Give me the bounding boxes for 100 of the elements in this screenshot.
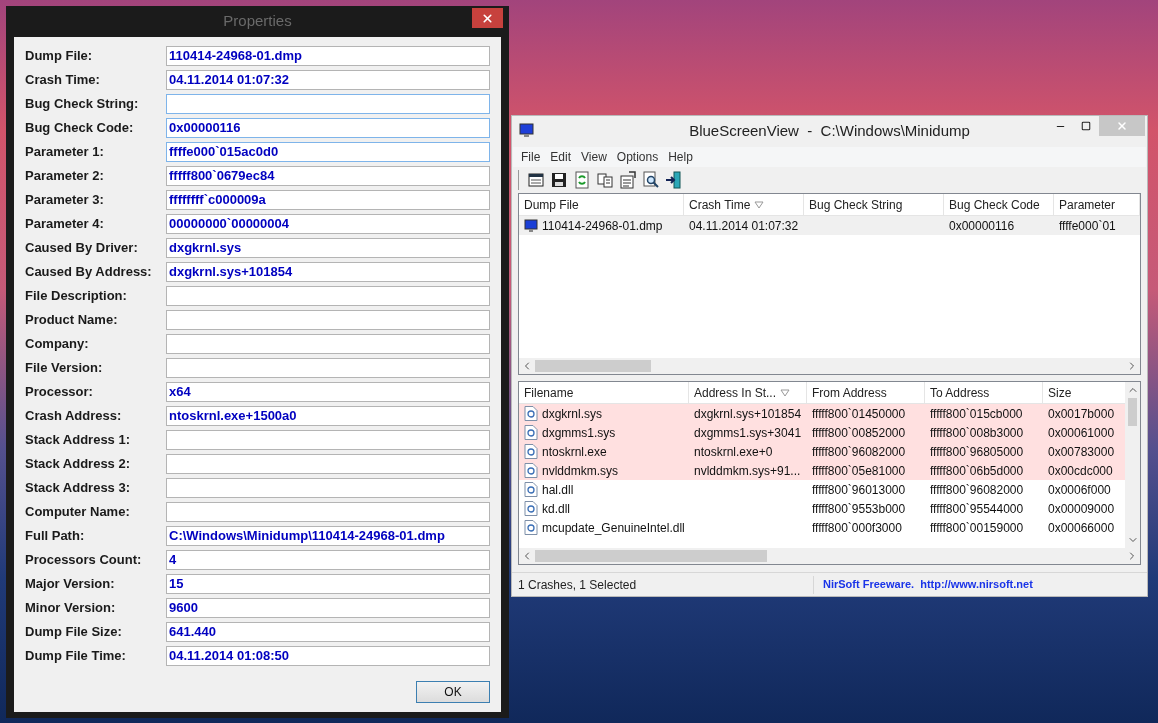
close-icon xyxy=(481,11,494,25)
value-field[interactable]: 00000000`00000004 xyxy=(166,214,490,234)
column-header[interactable]: From Address xyxy=(807,382,925,403)
column-header[interactable]: To Address xyxy=(925,382,1043,403)
sort-icon xyxy=(754,200,765,209)
module-row[interactable]: dxgmms1.sys dxgmms1.sys+3041 fffff800`00852000 fffff800`008b3000 0x00061000 xyxy=(519,423,1125,442)
value-field[interactable] xyxy=(166,94,490,114)
field-label: Minor Version: xyxy=(25,599,117,618)
table-cell-text: fffff800`00852000 xyxy=(812,424,906,442)
value-field[interactable]: 04.11.2014 01:08:50 xyxy=(166,646,490,666)
column-header[interactable]: Bug Check String xyxy=(804,194,944,215)
value-field[interactable] xyxy=(166,430,490,450)
horizontal-scrollbar[interactable] xyxy=(519,548,1140,564)
value-field[interactable]: fffff800`0679ec84 xyxy=(166,166,490,186)
value-field[interactable]: 0x00000116 xyxy=(166,118,490,138)
table-cell-text: 0x00783000 xyxy=(1048,443,1115,461)
field-label: Stack Address 2: xyxy=(25,455,131,474)
table-cell-text: fffff800`008b3000 xyxy=(930,424,1024,442)
value-field[interactable]: ffffffff`c000009a xyxy=(166,190,490,210)
window-title: BlueScreenView - C:\Windows\Minidump xyxy=(689,121,970,142)
window-title: Properties xyxy=(223,11,292,32)
close-button[interactable] xyxy=(472,8,503,28)
horizontal-scrollbar[interactable] xyxy=(519,358,1140,374)
table-cell-text: 0x00066000 xyxy=(1048,519,1115,537)
table-cell-text: dxgkrnl.sys+101854 xyxy=(694,405,802,423)
value-field[interactable]: ntoskrnl.exe+1500a0 xyxy=(166,406,490,426)
field-label: File Version: xyxy=(25,359,104,378)
field-label: Stack Address 3: xyxy=(25,479,131,498)
value-field[interactable]: 04.11.2014 01:07:32 xyxy=(166,70,490,90)
ok-button[interactable]: OK xyxy=(416,681,490,703)
file-icon xyxy=(524,463,538,478)
refresh-icon[interactable] xyxy=(573,171,591,189)
field-label: Bug Check String: xyxy=(25,95,140,114)
website-link[interactable]: NirSoft Freeware. http://www.nirsoft.net xyxy=(814,576,1033,593)
menu-item[interactable]: Edit xyxy=(546,148,576,166)
column-header[interactable]: Bug Check Code xyxy=(944,194,1054,215)
table-cell-text: 0x00061000 xyxy=(1048,424,1115,442)
table-cell-text: dxgmms1.sys+3041 xyxy=(694,424,802,442)
file-icon xyxy=(524,444,538,459)
table-cell-text: ffffe000`01 xyxy=(1059,217,1116,235)
value-field[interactable] xyxy=(166,310,490,330)
field-label: Processors Count: xyxy=(25,551,143,570)
value-field[interactable] xyxy=(166,478,490,498)
table-cell-text: nvlddmkm.sys xyxy=(542,462,618,480)
field-label: Parameter 2: xyxy=(25,167,105,186)
scrollbar-thumb[interactable] xyxy=(1128,398,1137,426)
search-icon[interactable] xyxy=(642,171,660,189)
menu-item[interactable]: File xyxy=(517,148,545,166)
value-field[interactable] xyxy=(166,502,490,522)
value-field[interactable]: 9600 xyxy=(166,598,490,618)
table-cell-text: fffff800`000f3000 xyxy=(812,519,902,537)
field-label: Dump File Size: xyxy=(25,623,123,642)
value-field[interactable]: 110414-24968-01.dmp xyxy=(166,46,490,66)
module-row[interactable]: nvlddmkm.sys nvlddmkm.sys+91... fffff800`05e81000 fffff800`06b5d000 0x00cdc000 xyxy=(519,461,1125,480)
table-cell-text: fffff800`96082000 xyxy=(930,481,1024,499)
field-label: Dump File Time: xyxy=(25,647,127,666)
scrollbar-thumb[interactable] xyxy=(535,360,651,372)
module-row[interactable]: ntoskrnl.exe ntoskrnl.exe+0 fffff800`96082000 fffff800`96805000 0x00783000 xyxy=(519,442,1125,461)
value-field[interactable] xyxy=(166,358,490,378)
monitor-icon[interactable] xyxy=(519,123,535,139)
crash-row[interactable]: 110414-24968-01.dmp 04.11.2014 01:07:32 0x00000116 ffffe000`01 xyxy=(519,216,1140,235)
value-field[interactable]: dxgkrnl.sys+101854 xyxy=(166,262,490,282)
value-field[interactable]: 15 xyxy=(166,574,490,594)
field-label: Caused By Address: xyxy=(25,263,153,282)
value-field[interactable] xyxy=(166,286,490,306)
field-label: Bug Check Code: xyxy=(25,119,135,138)
file-icon xyxy=(524,406,538,421)
window-icon[interactable] xyxy=(527,171,545,189)
table-cell-text: fffff800`015cb000 xyxy=(930,405,1023,423)
exit-icon[interactable] xyxy=(665,171,683,189)
value-field[interactable]: ffffe000`015ac0d0 xyxy=(166,142,490,162)
value-field[interactable]: 4 xyxy=(166,550,490,570)
value-field[interactable]: x64 xyxy=(166,382,490,402)
field-label: Parameter 3: xyxy=(25,191,105,210)
table-cell-text: nvlddmkm.sys+91... xyxy=(694,462,801,480)
table-cell-text: 0x00cdc000 xyxy=(1048,462,1113,480)
properties-icon[interactable] xyxy=(619,171,637,189)
column-header[interactable]: Crash Time xyxy=(684,194,804,215)
value-field[interactable] xyxy=(166,454,490,474)
value-field[interactable]: 641.440 xyxy=(166,622,490,642)
table-cell-text: dxgkrnl.sys xyxy=(542,405,603,423)
field-label: File Description: xyxy=(25,287,128,306)
menu-item[interactable]: Options xyxy=(612,148,663,166)
menu-item[interactable]: View xyxy=(577,148,611,166)
column-header[interactable]: Filename xyxy=(519,382,689,403)
table-cell-text: 0x00009000 xyxy=(1048,500,1115,518)
file-icon xyxy=(524,482,538,497)
column-header[interactable]: Address In St... xyxy=(689,382,807,403)
column-header[interactable]: Dump File xyxy=(519,194,684,215)
menu-item[interactable]: Help xyxy=(664,148,697,166)
value-field[interactable] xyxy=(166,334,490,354)
scrollbar-thumb[interactable] xyxy=(535,550,767,562)
status-text: 1 Crashes, 1 Selected xyxy=(512,575,814,594)
vertical-scrollbar[interactable] xyxy=(1125,382,1140,548)
save-icon[interactable] xyxy=(550,171,568,189)
value-field[interactable]: C:\Windows\Minidump\110414-24968-01.dmp xyxy=(166,526,490,546)
column-header[interactable]: Parameter xyxy=(1054,194,1140,215)
value-field[interactable]: dxgkrnl.sys xyxy=(166,238,490,258)
copy-icon[interactable] xyxy=(596,171,614,189)
module-row[interactable]: dxgkrnl.sys dxgkrnl.sys+101854 fffff800`01450000 fffff800`015cb000 0x0017b000 xyxy=(519,404,1125,423)
